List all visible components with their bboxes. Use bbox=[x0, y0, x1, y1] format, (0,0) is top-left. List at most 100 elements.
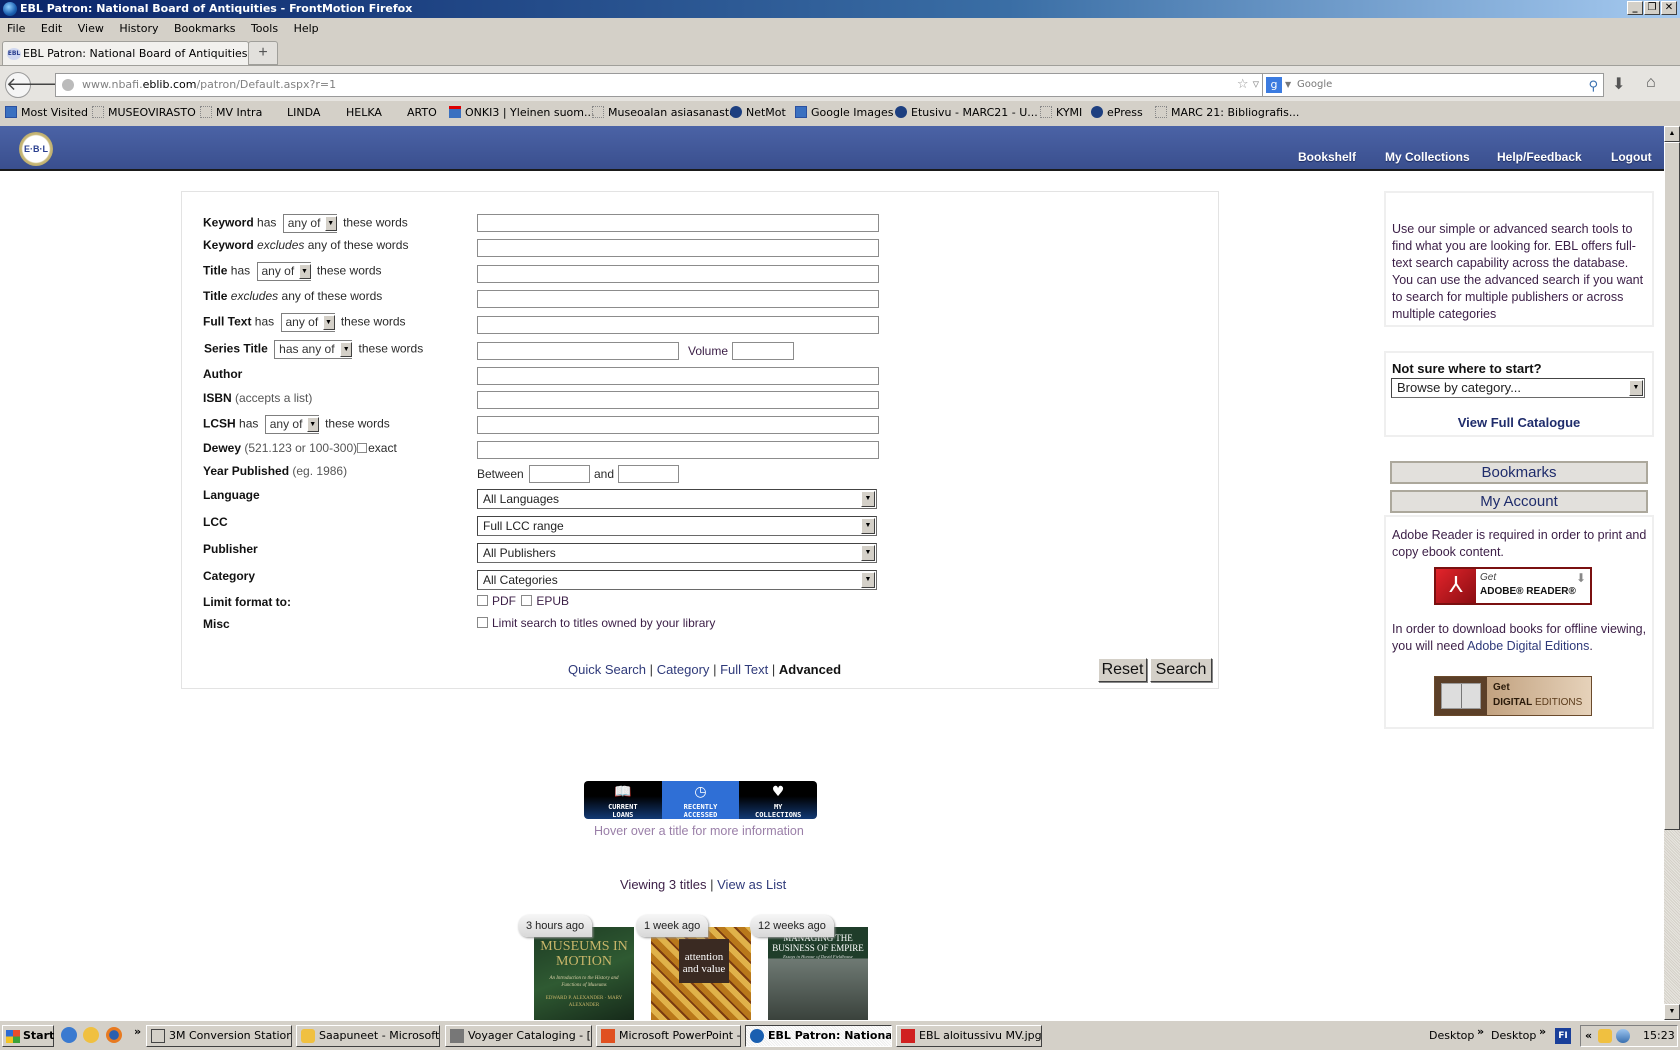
menu-tools[interactable]: Tools bbox=[251, 22, 278, 35]
isbn-input[interactable] bbox=[477, 391, 879, 409]
nav-my-collections[interactable]: My Collections bbox=[1385, 150, 1470, 164]
view-full-catalogue-link[interactable]: View Full Catalogue bbox=[1386, 415, 1652, 430]
language-select[interactable]: All Languages ▼ bbox=[477, 489, 877, 509]
tray-expand-icon[interactable]: « bbox=[1585, 1026, 1592, 1046]
language-indicator[interactable]: FI bbox=[1555, 1028, 1571, 1044]
my-account-button[interactable]: My Account bbox=[1390, 490, 1648, 513]
keyword-mode-select[interactable]: any of ▼ bbox=[282, 214, 337, 233]
tab-current-loans[interactable]: 📖 CURRENT LOANS bbox=[584, 781, 662, 819]
bookmark-linda[interactable]: LINDA bbox=[287, 102, 320, 124]
get-digital-editions-button[interactable]: Get DIGITAL EDITIONS bbox=[1434, 676, 1592, 716]
quicklaunch-overflow-icon[interactable]: » bbox=[134, 1025, 141, 1038]
bookmarks-button[interactable]: Bookmarks bbox=[1390, 461, 1648, 484]
network-tray-icon[interactable] bbox=[1616, 1029, 1630, 1043]
desktop-toolbar-1[interactable]: Desktop bbox=[1429, 1029, 1474, 1042]
menu-file[interactable]: File bbox=[7, 22, 25, 35]
bookmark-epress[interactable]: ePress bbox=[1091, 102, 1143, 124]
site-identity-icon[interactable] bbox=[62, 79, 74, 91]
bookmark-marc21-bibliografis[interactable]: MARC 21: Bibliografis... bbox=[1155, 102, 1299, 124]
ie-quicklaunch-icon[interactable] bbox=[61, 1027, 77, 1043]
task-3m-conversion[interactable]: 3M Conversion Station bbox=[146, 1025, 292, 1047]
menu-view[interactable]: View bbox=[78, 22, 104, 35]
menu-edit[interactable]: Edit bbox=[41, 22, 62, 35]
book-cover-managing-business-of-empire[interactable]: MANAGING THE BUSINESS OF EMPIRE Essays i… bbox=[768, 927, 868, 1020]
publisher-select[interactable]: All Publishers ▼ bbox=[477, 543, 877, 563]
view-as-list-link[interactable]: View as List bbox=[717, 877, 786, 892]
back-button[interactable]: 🡐 bbox=[5, 72, 54, 98]
nav-logout[interactable]: Logout bbox=[1611, 150, 1652, 164]
category-select[interactable]: All Categories ▼ bbox=[477, 570, 877, 590]
keyword-input[interactable] bbox=[477, 214, 879, 232]
pdf-checkbox[interactable] bbox=[477, 595, 488, 606]
fulltext-mode-select[interactable]: any of ▼ bbox=[280, 313, 335, 332]
toolbar-overflow-icon[interactable]: » bbox=[1539, 1025, 1546, 1038]
firefox-quicklaunch-icon[interactable] bbox=[106, 1027, 122, 1043]
menu-bookmarks[interactable]: Bookmarks bbox=[174, 22, 235, 35]
vertical-scrollbar[interactable]: ▲ ▼ bbox=[1664, 126, 1680, 1020]
title-input[interactable] bbox=[477, 265, 879, 283]
fulltext-input[interactable] bbox=[477, 316, 879, 334]
book-cover-museums-in-motion[interactable]: MUSEUMS IN MOTION An Introduction to the… bbox=[534, 927, 634, 1020]
keyword-excludes-input[interactable] bbox=[477, 239, 879, 257]
bookmark-mv-intra[interactable]: MV Intra bbox=[200, 102, 262, 124]
tab-my-collections[interactable]: ♥ MY COLLECTIONS bbox=[739, 781, 817, 819]
nav-help-feedback[interactable]: Help/Feedback bbox=[1497, 150, 1582, 164]
reset-button[interactable]: Reset bbox=[1098, 658, 1147, 682]
bookmark-helka[interactable]: HELKA bbox=[346, 102, 382, 124]
bookmark-museovirasto[interactable]: MUSEOVIRASTO bbox=[92, 102, 196, 124]
series-mode-select[interactable]: has any of ▼ bbox=[274, 340, 353, 359]
dewey-input[interactable] bbox=[477, 441, 879, 459]
bookmark-netmot[interactable]: NetMot bbox=[730, 102, 786, 124]
google-engine-icon[interactable]: g bbox=[1266, 77, 1282, 93]
task-firefox-ebl[interactable]: EBL Patron: National B... bbox=[745, 1025, 892, 1047]
fulltext-search-link[interactable]: Full Text bbox=[720, 662, 768, 677]
volume-input[interactable] bbox=[732, 342, 794, 360]
lcsh-input[interactable] bbox=[477, 416, 879, 434]
task-powerpoint[interactable]: Microsoft PowerPoint - [... bbox=[596, 1025, 741, 1047]
scroll-down-arrow-icon[interactable]: ▼ bbox=[1664, 1004, 1680, 1020]
restore-button[interactable]: ❐ bbox=[1644, 1, 1660, 15]
bookmark-arto[interactable]: ARTO bbox=[407, 102, 437, 124]
browse-category-select[interactable]: Browse by category... ▼ bbox=[1391, 378, 1645, 398]
get-adobe-reader-button[interactable]: ⅄ Get ADOBE® READER® ⬇ bbox=[1434, 567, 1592, 605]
year-from-input[interactable] bbox=[529, 465, 590, 483]
task-outlook[interactable]: Saapuneet - Microsoft O... bbox=[296, 1025, 440, 1047]
desktop-toolbar-2[interactable]: Desktop bbox=[1491, 1029, 1536, 1042]
bookmark-museoalan[interactable]: Museoalan asiasanasto bbox=[592, 102, 736, 124]
title-excludes-input[interactable] bbox=[477, 290, 879, 308]
search-bar[interactable]: g ▼ Google ⚲ bbox=[1262, 73, 1604, 97]
book-cover-attention-and-value[interactable]: attention and value bbox=[651, 927, 751, 1020]
lcsh-mode-select[interactable]: any of ▼ bbox=[264, 415, 319, 434]
scrollbar-thumb[interactable] bbox=[1664, 142, 1680, 830]
menu-history[interactable]: History bbox=[119, 22, 158, 35]
new-tab-button[interactable]: + bbox=[248, 41, 278, 65]
home-icon[interactable]: ⌂ bbox=[1646, 74, 1656, 92]
bookmark-star-icon[interactable]: ☆ bbox=[1237, 77, 1253, 92]
task-voyager[interactable]: Voyager Cataloging - [It... bbox=[445, 1025, 592, 1047]
task-image-viewer[interactable]: EBL aloitussivu MV.jpg - I... bbox=[896, 1025, 1042, 1047]
engine-dropdown-icon[interactable]: ▼ bbox=[1285, 74, 1291, 96]
start-button[interactable]: Start bbox=[2, 1025, 54, 1047]
url-bar[interactable]: www.nbafi.eblib.com/patron/Default.aspx?… bbox=[55, 73, 1285, 97]
browser-tab[interactable]: EBL EBL Patron: National Board of Antiqu… bbox=[2, 41, 249, 66]
category-search-link[interactable]: Category bbox=[657, 662, 710, 677]
outlook-tray-icon[interactable] bbox=[1598, 1029, 1612, 1043]
outlook-quicklaunch-icon[interactable] bbox=[83, 1027, 99, 1043]
title-mode-select[interactable]: any of ▼ bbox=[256, 262, 311, 281]
series-title-input[interactable] bbox=[477, 342, 679, 360]
year-to-input[interactable] bbox=[618, 465, 679, 483]
close-button[interactable]: ✕ bbox=[1661, 1, 1677, 15]
author-input[interactable] bbox=[477, 367, 879, 385]
advanced-search-link[interactable]: Advanced bbox=[779, 662, 841, 677]
search-magnifier-icon[interactable]: ⚲ bbox=[1588, 76, 1598, 98]
bookmark-kymi[interactable]: KYMI bbox=[1040, 102, 1082, 124]
dewey-exact-checkbox[interactable] bbox=[357, 443, 368, 453]
scroll-up-arrow-icon[interactable]: ▲ bbox=[1664, 126, 1680, 142]
bookmark-marc21-etusivu[interactable]: Etusivu - MARC21 - U... bbox=[895, 102, 1038, 124]
nav-bookshelf[interactable]: Bookshelf bbox=[1298, 150, 1356, 164]
owned-only-checkbox[interactable] bbox=[477, 617, 488, 628]
lcc-select[interactable]: Full LCC range ▼ bbox=[477, 516, 877, 536]
digital-editions-link[interactable]: Adobe Digital Editions bbox=[1467, 639, 1589, 653]
tab-recently-accessed[interactable]: ◷ RECENTLY ACCESSED bbox=[661, 781, 740, 819]
downloads-icon[interactable]: ⬇ bbox=[1612, 74, 1625, 94]
